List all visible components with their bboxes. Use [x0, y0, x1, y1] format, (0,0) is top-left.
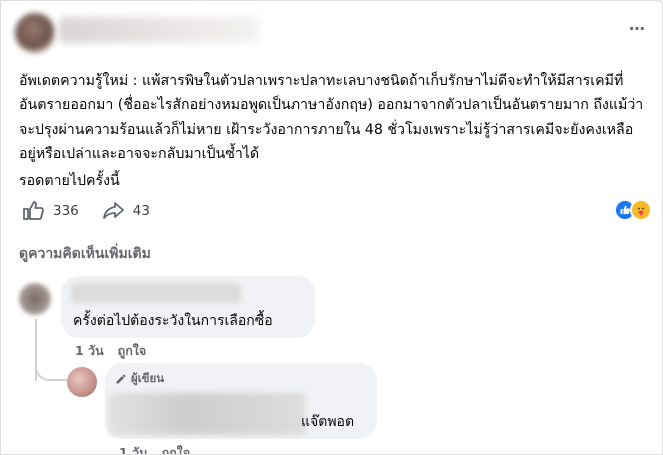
reply-text-redacted [109, 393, 305, 435]
reply-time[interactable]: 1 วัน [119, 445, 148, 454]
commenter-name-redacted[interactable] [71, 283, 241, 303]
reply-avatar[interactable] [67, 367, 97, 397]
comment-like-button[interactable]: ถูกใจ [118, 343, 147, 358]
author-avatar[interactable] [15, 13, 55, 53]
see-more-comments-link[interactable]: ดูความคิดเห็นเพิ่มเติม [19, 243, 151, 265]
reaction-summary[interactable] [614, 199, 652, 221]
post-body: อัพเดตความรู้ใหม่ : แพ้สารพิษในตัวปลาเพร… [19, 73, 644, 162]
like-button[interactable]: 336 [21, 199, 79, 223]
comment-text: ครั้งต่อไปต้องระวังในการเลือกซื้อ [73, 313, 273, 329]
author-badge: ผู้เขียน [115, 370, 164, 388]
more-options-icon[interactable]: ⋯ [629, 21, 646, 37]
comment-time[interactable]: 1 วัน [75, 343, 104, 358]
thumbs-up-icon [23, 201, 44, 220]
share-icon [102, 202, 124, 219]
post-body-line2: รอดตายไปครั้งนี้ [19, 173, 120, 189]
reply-meta: 1 วัน ถูกใจ [119, 443, 191, 454]
comment-meta: 1 วัน ถูกใจ [75, 341, 146, 361]
share-button[interactable]: 43 [101, 199, 150, 223]
post-card: ⋯ อัพเดตความรู้ใหม่ : แพ้สารพิษในตัวปลาเ… [0, 0, 663, 455]
pencil-icon [116, 374, 126, 384]
author-name-redacted[interactable] [59, 17, 259, 43]
author-badge-label: ผู้เขียน [131, 371, 165, 385]
like-count: 336 [53, 203, 79, 219]
commenter-avatar[interactable] [19, 283, 51, 315]
comment-bubble: ครั้งต่อไปต้องระวังในการเลือกซื้อ [61, 276, 315, 338]
reply-like-button[interactable]: ถูกใจ [162, 445, 191, 454]
share-count: 43 [132, 203, 150, 219]
post-actions: 336 43 [21, 197, 172, 225]
reply-bubble: ผู้เขียน แจ๊ตพอต [105, 363, 377, 439]
care-reaction-icon [630, 199, 652, 221]
reply-text: แจ๊ตพอต [301, 414, 355, 430]
thread-connector [35, 353, 67, 381]
